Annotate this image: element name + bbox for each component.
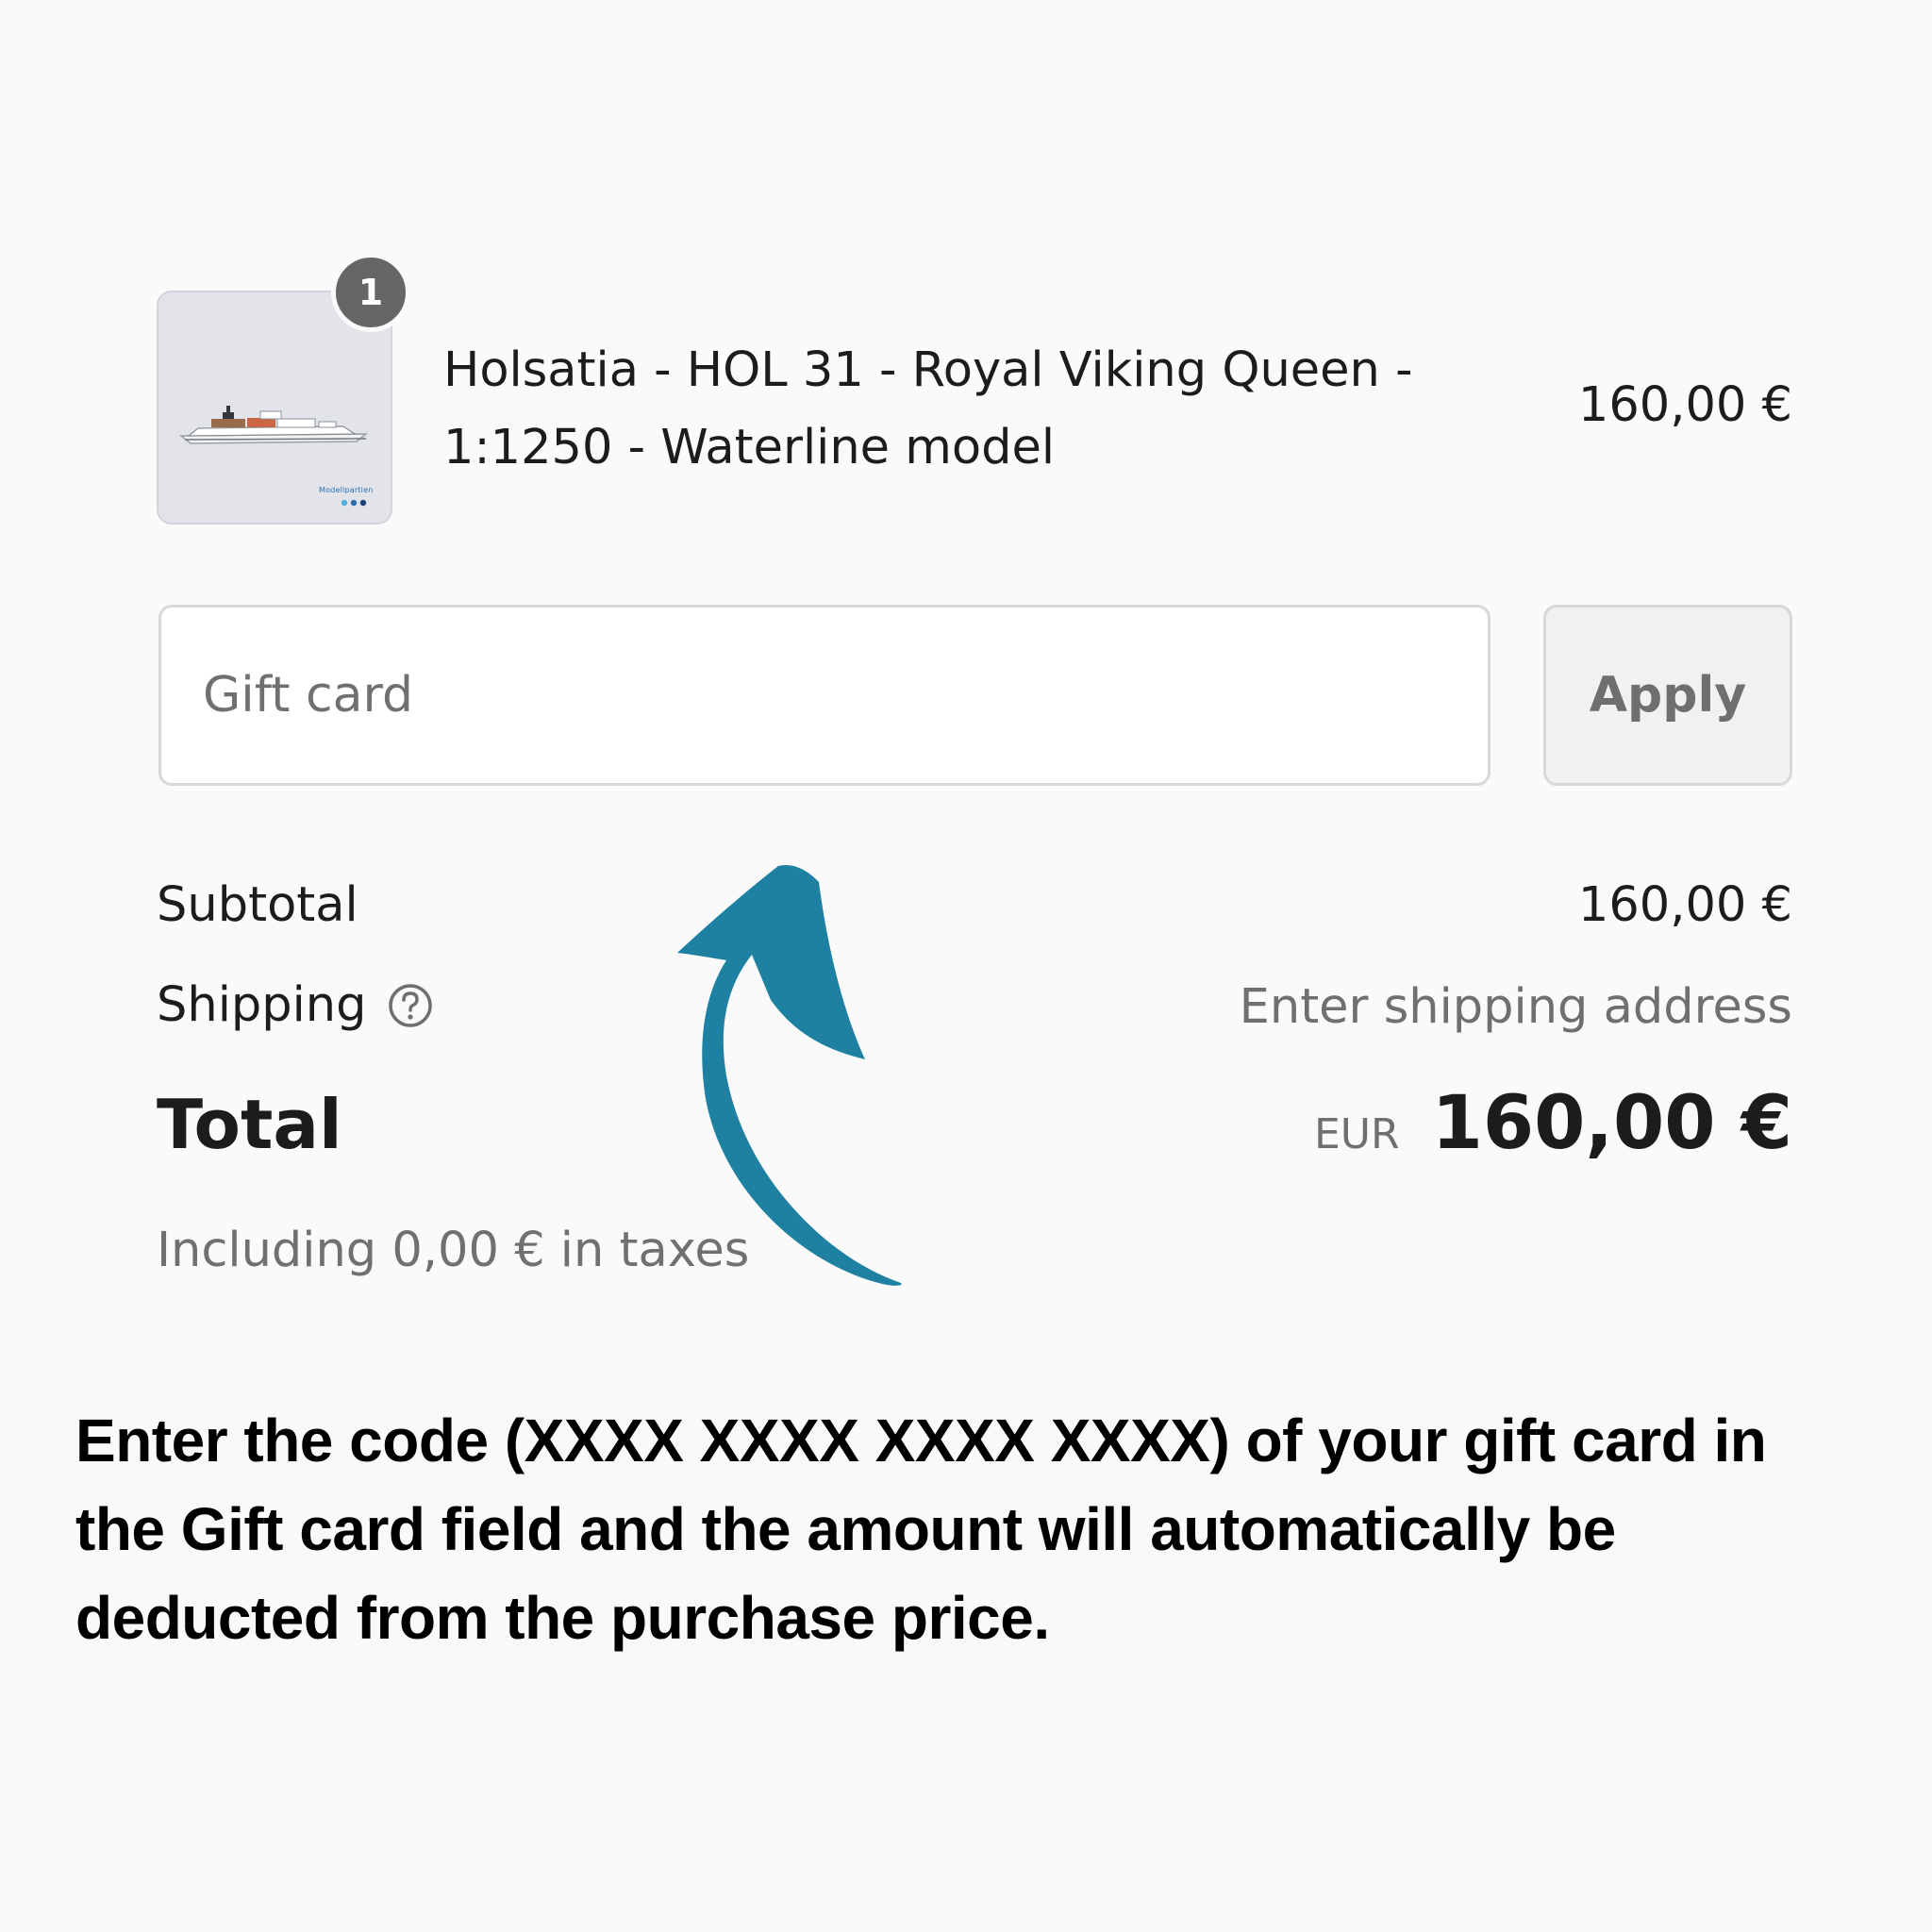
ship-model-icon (178, 406, 369, 444)
logo-dots-icon (341, 499, 367, 507)
gift-card-input[interactable] (158, 605, 1491, 786)
total-currency: EUR (1314, 1110, 1400, 1158)
shipping-value: Enter shipping address (1239, 979, 1792, 1035)
apply-button[interactable]: Apply (1543, 605, 1792, 786)
total-amount: 160,00 € (1431, 1081, 1792, 1166)
subtotal-label: Subtotal (157, 877, 358, 933)
thumbnail-logo-text: Modellpartien (319, 486, 374, 494)
shipping-row: Shipping (157, 977, 434, 1033)
total-value: EUR 160,00 € (1314, 1081, 1792, 1166)
quantity-badge: 1 (331, 253, 410, 332)
question-circle-icon[interactable] (387, 982, 434, 1029)
instruction-caption: Enter the code (XXXX XXXX XXXX XXXX) of … (75, 1407, 1767, 1652)
product-price: 160,00 € (1577, 377, 1792, 433)
shipping-label: Shipping (157, 977, 367, 1033)
total-label: Total (157, 1085, 342, 1164)
curved-arrow-up-icon (677, 864, 902, 1286)
subtotal-value: 160,00 € (1577, 877, 1792, 933)
product-title: Holsatia - HOL 31 - Royal Viking Queen -… (443, 342, 1413, 475)
